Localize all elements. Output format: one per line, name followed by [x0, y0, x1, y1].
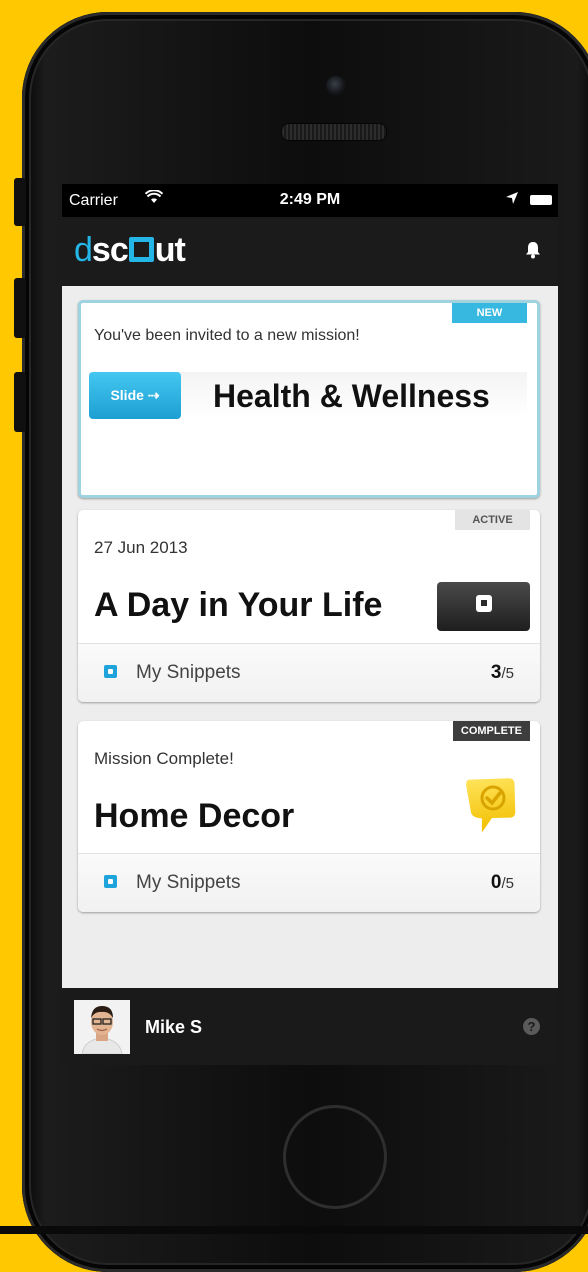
volume-up-button: [14, 278, 26, 338]
profile-footer[interactable]: Mike S ?: [62, 988, 558, 1065]
bell-icon[interactable]: [524, 241, 542, 259]
mission-title: Home Decor: [94, 797, 295, 835]
camera-icon: [326, 76, 346, 96]
mission-invite-card[interactable]: NEW You've been invited to a new mission…: [78, 300, 540, 498]
invite-message: You've been invited to a new mission!: [94, 327, 360, 344]
mission-title: A Day in Your Life: [94, 586, 383, 624]
mission-complete-badge-icon: [466, 778, 516, 833]
avatar[interactable]: [74, 1000, 130, 1054]
help-icon[interactable]: ?: [523, 1018, 540, 1035]
new-tag: NEW: [452, 303, 527, 323]
slide-button[interactable]: Slide ⇢: [89, 372, 181, 419]
status-bar: Carrier 2:49 PM: [62, 184, 558, 217]
app-screen: Carrier 2:49 PM dsc ut NEW You've been in…: [62, 184, 558, 1065]
snippet-icon: [104, 875, 117, 888]
mute-switch: [14, 178, 26, 226]
mission-date: 27 Jun 2013: [94, 538, 188, 557]
snippets-label: My Snippets: [136, 662, 241, 683]
snippet-icon: [104, 665, 117, 678]
snippets-row[interactable]: My Snippets 0/5: [78, 853, 540, 912]
nav-bar: dsc ut: [62, 217, 558, 286]
add-snippet-button[interactable]: [437, 582, 530, 631]
app-logo: dsc ut: [74, 231, 186, 269]
speaker-grille: [281, 123, 387, 141]
chat-snippet-icon: [476, 595, 492, 612]
active-mission-card[interactable]: ACTIVE 27 Jun 2013 A Day in Your Life My…: [78, 510, 540, 702]
snippets-label: My Snippets: [136, 872, 241, 893]
user-name[interactable]: Mike S: [145, 1017, 202, 1038]
volume-down-button: [14, 372, 26, 432]
active-tag: ACTIVE: [455, 510, 530, 530]
mission-title: Health & Wellness: [213, 378, 490, 414]
slide-to-accept[interactable]: Slide ⇢ Health & Wellness: [89, 372, 527, 419]
battery-icon: [530, 195, 552, 205]
complete-mission-card[interactable]: COMPLETE Mission Complete! Home Decor My…: [78, 721, 540, 912]
complete-tag: COMPLETE: [452, 721, 530, 741]
mission-status: Mission Complete!: [94, 749, 234, 768]
snippets-count: 0/5: [490, 872, 514, 893]
clock: 2:49 PM: [279, 191, 341, 208]
home-button[interactable]: [283, 1105, 387, 1209]
bottom-edge: [0, 1226, 588, 1234]
location-arrow-icon: [506, 192, 518, 207]
snippets-count: 3/5: [490, 662, 514, 683]
snippets-row[interactable]: My Snippets 3/5: [78, 643, 540, 702]
